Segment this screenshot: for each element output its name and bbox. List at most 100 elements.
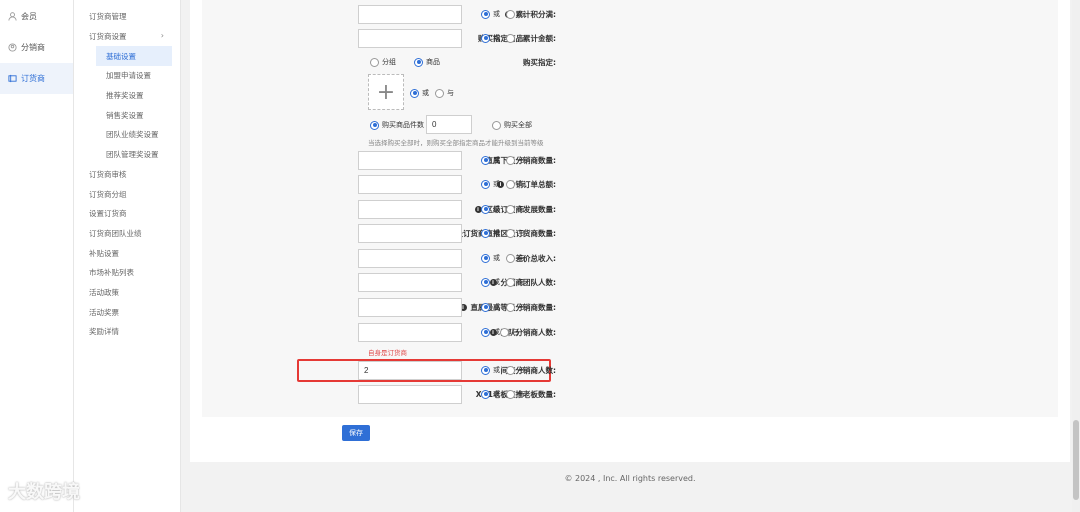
sidebar-item-label: 奖励详情 [89, 327, 119, 337]
sidebar-item-label: 订货商审核 [89, 169, 127, 179]
sidebar-item-activity-tickets[interactable]: 活动奖票 [74, 302, 180, 322]
price-diff-income-input[interactable] [358, 249, 462, 268]
sidebar-item-label: 活动奖票 [89, 307, 119, 317]
radio-and[interactable] [506, 155, 515, 165]
radio-label: 或 [493, 390, 500, 398]
people-icon [7, 43, 17, 53]
radio-label: 或 [493, 156, 500, 164]
product-amount-input[interactable] [358, 29, 462, 48]
radio-or[interactable] [481, 253, 490, 263]
radio-and[interactable] [506, 277, 515, 287]
sidebar-item-orderer-settings[interactable]: 订货商设置 › [74, 27, 180, 47]
district-orderer-input[interactable] [358, 200, 462, 219]
sidebar-item-team-management-award[interactable]: 团队管理奖设置 [74, 145, 180, 165]
radio-group[interactable] [370, 57, 379, 67]
sidebar-item-join-application[interactable]: 加盟申请设置 [74, 66, 180, 86]
radio-label: 或 [493, 278, 500, 286]
points-input[interactable] [358, 5, 462, 24]
radio-and[interactable] [506, 228, 515, 238]
radio-purchase-all[interactable] [492, 120, 501, 130]
sidebar-item-sales-award[interactable]: 销售奖设置 [74, 105, 180, 125]
radio-label: 与 [518, 366, 525, 374]
radio-and[interactable] [506, 179, 515, 189]
chevron-right-icon: › [160, 30, 164, 40]
radio-and[interactable] [506, 365, 515, 375]
radio-label: 与 [518, 34, 525, 42]
indirect-distributor-input[interactable] [358, 361, 462, 380]
radio-label: 或 [493, 229, 500, 237]
watermark: 大数跨境 [8, 482, 80, 503]
radio-or[interactable] [481, 204, 490, 214]
team-size-input[interactable] [358, 273, 462, 292]
nav-orderer[interactable]: 订货商 [0, 63, 73, 94]
radio-or[interactable] [481, 365, 490, 375]
radio-label: 或 [493, 34, 500, 42]
radio-or[interactable] [481, 277, 490, 287]
radio-purchase-count[interactable] [370, 120, 379, 130]
scrollbar-thumb[interactable] [1073, 420, 1079, 500]
radio-or[interactable] [481, 389, 490, 399]
nav-member[interactable]: 会员 [0, 1, 73, 32]
form-row: i 分销商团队人数: 或与 [202, 273, 1058, 293]
radio-label: 与 [518, 278, 525, 286]
radio-and[interactable] [506, 389, 515, 399]
save-button[interactable]: 保存 [342, 425, 370, 441]
radio-or[interactable] [481, 302, 490, 312]
form-row: i 分销订单总额: 或与 [202, 175, 1058, 195]
team-distributor-input[interactable] [358, 323, 462, 342]
add-product-button[interactable]: + [368, 74, 404, 110]
radio-and[interactable] [500, 327, 509, 337]
sidebar-item-label: 订货商团队业绩 [89, 228, 142, 238]
order-total-input[interactable] [358, 175, 462, 194]
nav-member-label: 会员 [21, 12, 37, 21]
radio-label: 与 [518, 156, 525, 164]
radio-and[interactable] [435, 88, 444, 98]
scrollbar[interactable] [1072, 0, 1080, 512]
radio-or[interactable] [481, 33, 490, 43]
radio-or[interactable] [481, 179, 490, 189]
direct-subordinate-input[interactable] [358, 151, 462, 170]
radio-and[interactable] [506, 204, 515, 214]
radio-label: 与 [518, 205, 525, 213]
form-row: i直属最高等级分销商数量: 或与 [202, 298, 1058, 318]
sidebar-item-award-details[interactable]: 奖励详情 [74, 322, 180, 342]
sidebar-item-label: 市场补贴列表 [89, 268, 134, 278]
form-row: 差价总收入: 或与 [202, 249, 1058, 269]
sidebar-item-set-orderer[interactable]: 设置订货商 [74, 204, 180, 224]
purchase-count-input[interactable] [426, 115, 472, 134]
sidebar-item-team-performance[interactable]: 订货商团队业绩 [74, 224, 180, 244]
radio-label: 与 [447, 89, 454, 97]
radio-or[interactable] [481, 155, 490, 165]
radio-and[interactable] [506, 302, 515, 312]
radio-or[interactable] [481, 327, 490, 337]
sidebar-item-orderer-management[interactable]: 订货商管理 [74, 7, 180, 27]
user-icon [7, 12, 17, 22]
sidebar-item-orderer-review[interactable]: 订货商审核 [74, 165, 180, 185]
sidebar-item-label: 订货商分组 [89, 189, 127, 199]
sidebar-item-team-performance-award[interactable]: 团队业绩奖设置 [74, 125, 180, 145]
radio-or[interactable] [481, 228, 490, 238]
sidebar-item-referral-award[interactable]: 推荐奖设置 [74, 86, 180, 106]
radio-label: 分组 [382, 58, 396, 66]
top-level-distributor-input[interactable] [358, 298, 462, 317]
sidebar-item-subsidy-settings[interactable]: 补贴设置 [74, 243, 180, 263]
sidebar-item-label: 团队业绩奖设置 [106, 130, 159, 140]
form-row: i 区级订货商发展数量: 或与 [202, 200, 1058, 220]
radio-product[interactable] [414, 57, 423, 67]
sidebar-item-market-subsidy-list[interactable]: 市场补贴列表 [74, 263, 180, 283]
radio-and[interactable] [506, 253, 515, 263]
nav-orderer-label: 订货商 [21, 74, 45, 83]
nav-distributor[interactable]: 分销商 [0, 32, 73, 63]
radio-label: 或 [493, 205, 500, 213]
sidebar-item-basic-settings[interactable]: 基础设置 [96, 46, 172, 67]
radio-and[interactable] [506, 33, 515, 43]
boss-direct-input[interactable] [358, 385, 462, 404]
sidebar-item-orderer-groups[interactable]: 订货商分组 [74, 184, 180, 204]
radio-or[interactable] [410, 88, 419, 98]
radio-or[interactable] [481, 9, 490, 19]
sidebar-item-label: 补贴设置 [89, 248, 119, 258]
radio-and[interactable] [506, 9, 515, 19]
sidebar-item-activity-policy[interactable]: 活动政策 [74, 283, 180, 303]
form-row: 直属下级分销商数量: 或与 [202, 151, 1058, 171]
district-direct-input[interactable] [358, 224, 462, 243]
